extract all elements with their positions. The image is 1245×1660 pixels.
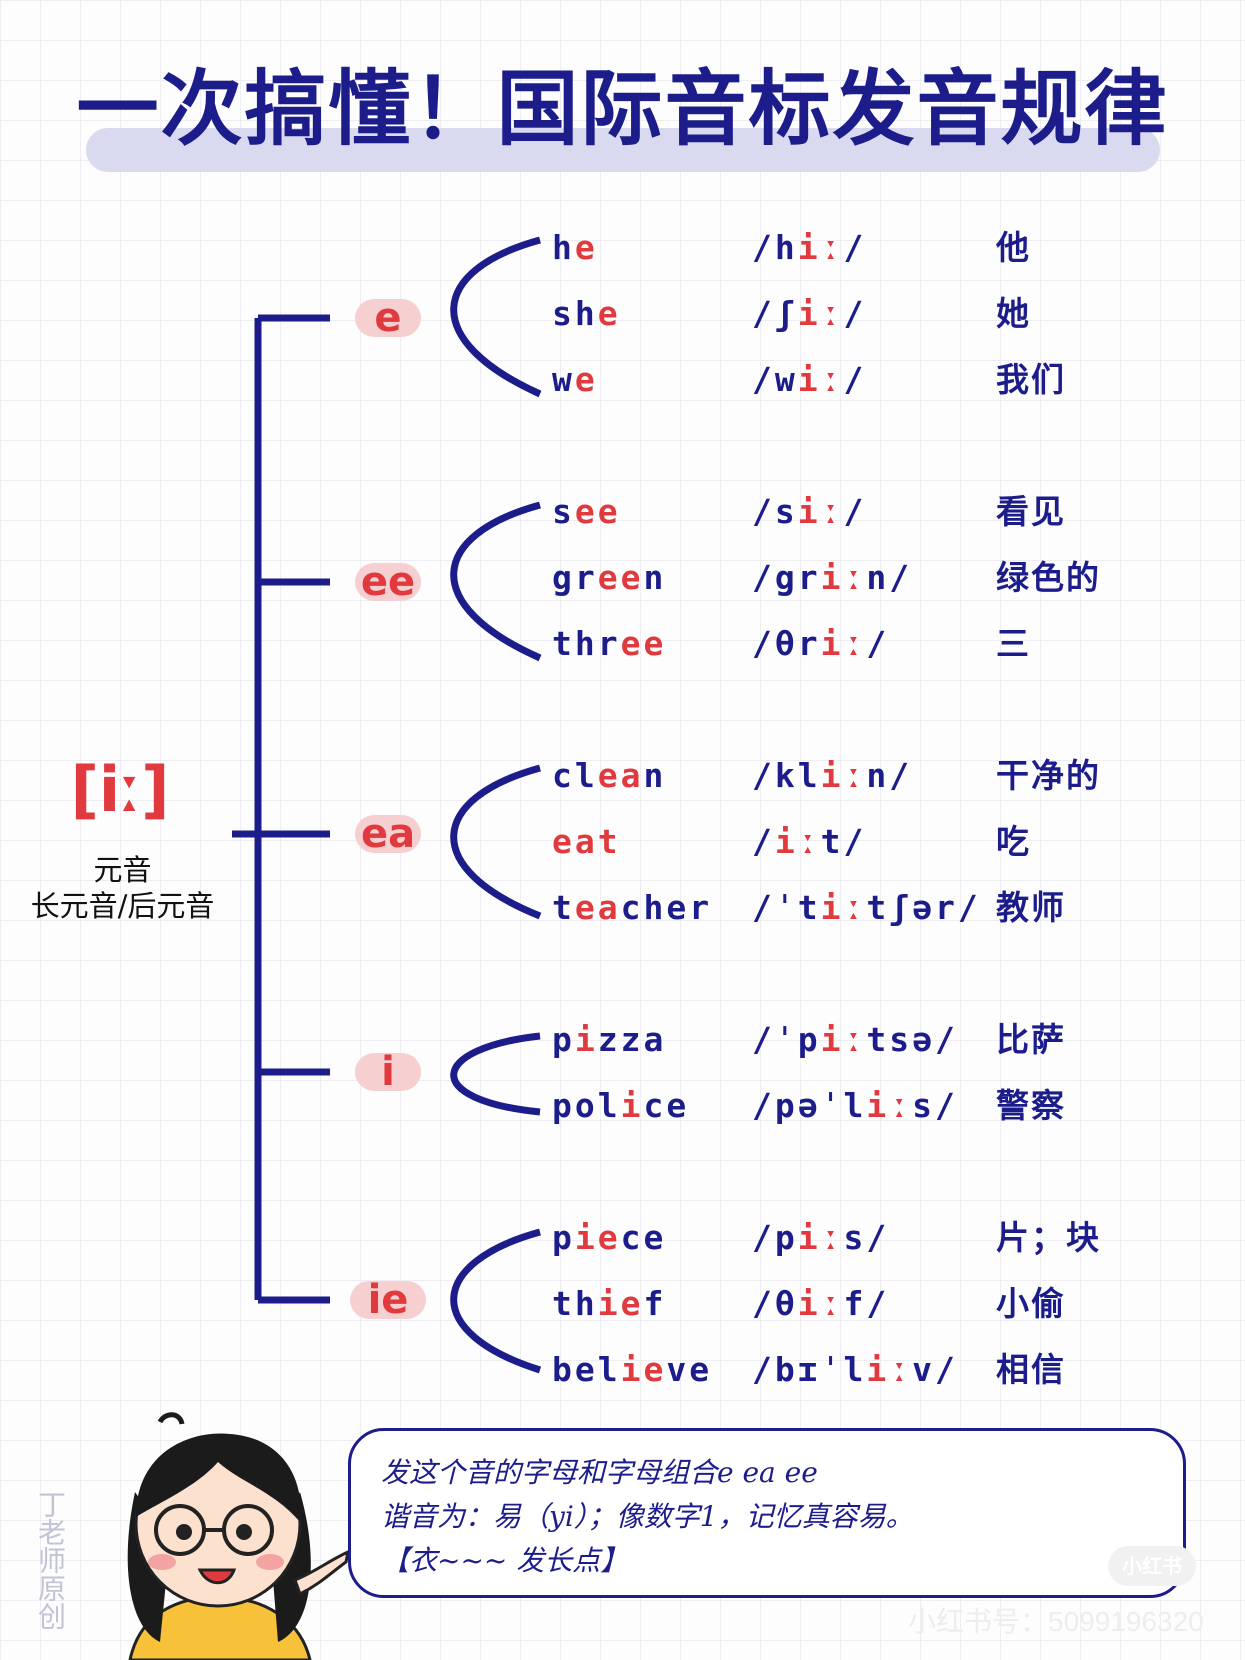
word-phonetic: /kliːn/ — [752, 756, 913, 795]
example-word: teacher — [552, 888, 713, 927]
arc-ie — [450, 1228, 542, 1374]
example-word: eat — [552, 822, 621, 861]
example-word: see — [552, 492, 621, 531]
word-meaning: 比萨 — [996, 1020, 1066, 1059]
word-meaning: 三 — [996, 624, 1031, 663]
speech-bubble: 发这个音的字母和字母组合e ea ee 谐音为：易（yi）；像数字1，记忆真容易… — [348, 1428, 1186, 1598]
example-word: clean — [552, 756, 667, 795]
word-meaning: 我们 — [996, 360, 1066, 399]
word-meaning: 片；块 — [996, 1218, 1101, 1257]
word-phonetic: /ˈtiːtʃər/ — [752, 888, 981, 927]
word-phonetic: /iːt/ — [752, 822, 867, 861]
word-phonetic: /hiː/ — [752, 228, 867, 267]
word-phonetic: /θiːf/ — [752, 1284, 890, 1323]
example-word: piece — [552, 1218, 667, 1257]
example-word: we — [552, 360, 598, 399]
example-word: thief — [552, 1284, 667, 1323]
arc-i — [450, 1032, 541, 1116]
root-note-long-vowel: 长元音/后元音 — [30, 889, 215, 923]
tree-diagram — [232, 236, 542, 1374]
watermark-id: 小红书号：5099196320 — [908, 1606, 1204, 1637]
author-credit: 丁老师原创 — [34, 1490, 67, 1630]
word-meaning: 看见 — [996, 492, 1066, 531]
word-meaning: 她 — [996, 294, 1031, 333]
speech-line-2: 谐音为：易（yi）；像数字1，记忆真容易。 — [381, 1500, 914, 1533]
root-note-vowel: 元音 — [93, 853, 152, 887]
spelling-label: e — [374, 295, 402, 341]
example-word: she — [552, 294, 621, 333]
example-word: pizza — [552, 1020, 667, 1059]
example-word: green — [552, 558, 667, 597]
example-word: three — [552, 624, 667, 663]
word-meaning: 小偷 — [996, 1284, 1066, 1323]
word-phonetic: /bɪˈliːv/ — [752, 1350, 958, 1389]
arc-ee — [450, 501, 542, 662]
word-meaning: 教师 — [996, 888, 1066, 927]
arc-ea — [450, 764, 542, 920]
spelling-label: ie — [367, 1277, 409, 1323]
speech-line-1: 发这个音的字母和字母组合e ea ee — [381, 1456, 818, 1489]
word-phonetic: /pəˈliːs/ — [752, 1086, 958, 1125]
word-phonetic: /griːn/ — [752, 558, 913, 597]
word-phonetic: /piːs/ — [752, 1218, 890, 1257]
word-meaning: 相信 — [996, 1350, 1066, 1389]
word-phonetic: /siː/ — [752, 492, 867, 531]
example-word: he — [552, 228, 598, 267]
spelling-label: i — [381, 1049, 395, 1095]
arc-e — [450, 236, 542, 398]
spelling-label: ee — [360, 559, 416, 605]
speech-line-3: 【衣~~~ 发长点】 — [381, 1544, 629, 1577]
word-phonetic: /θriː/ — [752, 624, 890, 663]
example-word: believe — [552, 1350, 713, 1389]
root-ipa-symbol: [iː] — [70, 753, 170, 826]
word-meaning: 他 — [996, 228, 1031, 267]
word-meaning: 绿色的 — [996, 558, 1101, 597]
word-meaning: 警察 — [996, 1086, 1066, 1125]
word-meaning: 吃 — [996, 822, 1031, 861]
word-phonetic: /ˈpiːtsə/ — [752, 1020, 958, 1059]
word-phonetic: /ʃiː/ — [752, 294, 867, 333]
teacher-illustration — [127, 1412, 350, 1660]
word-meaning: 干净的 — [996, 756, 1101, 795]
watermark-logo: 小红书 — [1108, 1546, 1196, 1586]
word-phonetic: /wiː/ — [752, 360, 867, 399]
example-word: police — [552, 1086, 690, 1125]
spelling-label: ea — [360, 811, 416, 857]
